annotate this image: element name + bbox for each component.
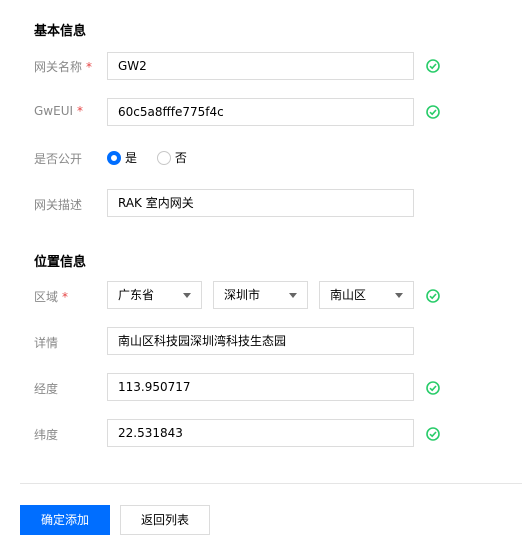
gweui-input[interactable]: 60c5a8fffe775f4c [107,98,414,126]
region-label: 区域 * [34,290,69,304]
caret-down-icon [395,293,403,298]
latitude-label: 纬度 [34,428,59,442]
confirm-add-button[interactable]: 确定添加 [20,505,110,535]
check-circle-icon [426,427,440,441]
city-select[interactable]: 深圳市 [213,281,308,309]
description-input[interactable]: RAK 室内网关 [107,189,414,217]
public-radio-group: 是 否 [107,149,203,166]
description-label: 网关描述 [34,198,83,212]
row-description: 网关描述 RAK 室内网关 [0,188,522,220]
detail-input[interactable]: 南山区科技园深圳湾科技生态园 [107,327,414,355]
required-mark: * [62,290,69,304]
public-label: 是否公开 [34,152,83,166]
longitude-label: 经度 [34,382,59,396]
section-title-basic: 基本信息 [34,24,87,39]
row-region: 区域 * 广东省 深圳市 南山区 [0,280,522,312]
radio-checked-icon [107,150,121,165]
check-circle-icon [426,105,440,119]
district-select[interactable]: 南山区 [319,281,414,309]
back-to-list-button[interactable]: 返回列表 [120,505,210,535]
caret-down-icon [183,293,191,298]
check-circle-icon [426,381,440,395]
row-gateway-name: 网关名称 * GW2 [0,50,522,82]
row-longitude: 经度 113.950717 [0,372,522,404]
check-circle-icon [426,289,440,303]
detail-label: 详情 [34,336,59,350]
province-select[interactable]: 广东省 [107,281,202,309]
longitude-input[interactable]: 113.950717 [107,373,414,401]
row-public: 是否公开 是 否 [0,142,522,174]
public-radio-yes[interactable]: 是 [107,149,153,166]
section-title-location: 位置信息 [34,255,87,270]
public-radio-no[interactable]: 否 [156,149,203,166]
radio-unchecked-icon [156,150,171,165]
gateway-name-input[interactable]: GW2 [107,52,414,80]
row-detail: 详情 南山区科技园深圳湾科技生态园 [0,326,522,358]
gateway-name-label: 网关名称 * [34,60,93,74]
divider [20,483,522,484]
required-mark: * [86,60,93,74]
row-latitude: 纬度 22.531843 [0,418,522,450]
row-gweui: GwEUI * 60c5a8fffe775f4c [0,96,522,128]
latitude-input[interactable]: 22.531843 [107,419,414,447]
check-circle-icon [426,59,440,73]
gweui-label: GwEUI * [34,104,84,118]
required-mark: * [77,104,84,118]
caret-down-icon [289,293,297,298]
